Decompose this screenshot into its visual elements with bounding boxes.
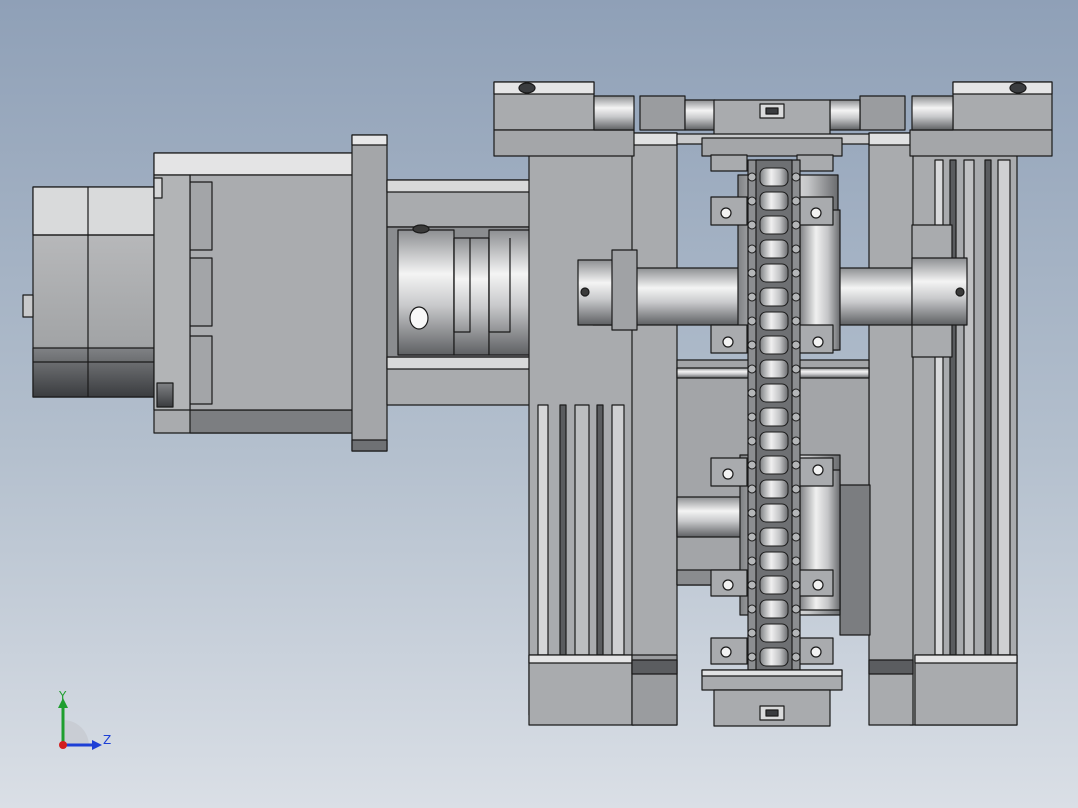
chain-link (759, 407, 789, 427)
chain-pin (791, 604, 801, 614)
chain-pin (747, 388, 757, 398)
chain-pin (791, 652, 801, 662)
chain-link (759, 239, 789, 259)
chain-link (759, 551, 789, 571)
chain-pin (747, 532, 757, 542)
chain-pin (791, 508, 801, 518)
chain-link (759, 623, 789, 643)
chain-pin (791, 556, 801, 566)
chain-pin (791, 268, 801, 278)
chain-link (759, 647, 789, 667)
chain-pin (791, 628, 801, 638)
triad-y-label: Y (58, 689, 67, 703)
chain-link (759, 215, 789, 235)
cad-graphics-viewport[interactable]: Y Z (0, 0, 1078, 808)
cad-model-canvas[interactable]: Y Z (0, 0, 1078, 808)
top-tensioner-block[interactable] (676, 99, 870, 157)
chain-pin (747, 220, 757, 230)
chain-pin (791, 172, 801, 182)
chain-pin (791, 364, 801, 374)
axis-triad: Y Z (58, 689, 111, 750)
chain-link (759, 455, 789, 475)
chain-link (759, 599, 789, 619)
chain-link (759, 479, 789, 499)
chain-pin (747, 436, 757, 446)
chain-pin (747, 580, 757, 590)
right-side-plate[interactable] (868, 132, 914, 726)
motor-gearbox[interactable] (153, 152, 355, 434)
chain-pin (747, 412, 757, 422)
chain-pin (747, 364, 757, 374)
triad-x-origin (59, 741, 67, 749)
chain-link (759, 287, 789, 307)
left-linear-rail[interactable] (528, 154, 635, 726)
chain-pin (747, 316, 757, 326)
chain-pin (791, 412, 801, 422)
chain-pin (747, 460, 757, 470)
stepper-motor[interactable] (22, 186, 159, 398)
chain-pin (791, 388, 801, 398)
bottom-tensioner-block[interactable] (701, 669, 843, 727)
chain-pin (747, 508, 757, 518)
chain-link (759, 263, 789, 283)
chain-pin (747, 244, 757, 254)
chain-pin (791, 532, 801, 542)
chain-pin (791, 460, 801, 470)
chain-pin (791, 292, 801, 302)
chain-link (759, 167, 789, 187)
chain-pin (791, 484, 801, 494)
left-side-plate[interactable] (631, 132, 678, 726)
chain-pin (791, 436, 801, 446)
chain-pin (747, 556, 757, 566)
chain-link (759, 311, 789, 331)
motor-mount-flange[interactable] (351, 134, 388, 452)
chain-pin (747, 604, 757, 614)
chain-pin (747, 172, 757, 182)
chain-link (759, 575, 789, 595)
chain-pin (791, 340, 801, 350)
chain-pin (791, 244, 801, 254)
chain-pin (791, 316, 801, 326)
chain-link (759, 503, 789, 523)
chain-pin (747, 196, 757, 206)
chain-link (759, 359, 789, 379)
chain-pin (791, 220, 801, 230)
chain-pin (747, 268, 757, 278)
chain-pin (747, 292, 757, 302)
chain-link (759, 431, 789, 451)
chain-link (759, 191, 789, 211)
chain-pin (747, 652, 757, 662)
chain-pin (791, 196, 801, 206)
triad-z-arrowhead (92, 740, 102, 750)
chain-pin (791, 580, 801, 590)
chain-pin (747, 484, 757, 494)
triad-z-label: Z (103, 733, 111, 747)
chain-link (759, 383, 789, 403)
chain-pin (747, 628, 757, 638)
chain-link (759, 335, 789, 355)
chain-pin (747, 340, 757, 350)
chain-link (759, 527, 789, 547)
